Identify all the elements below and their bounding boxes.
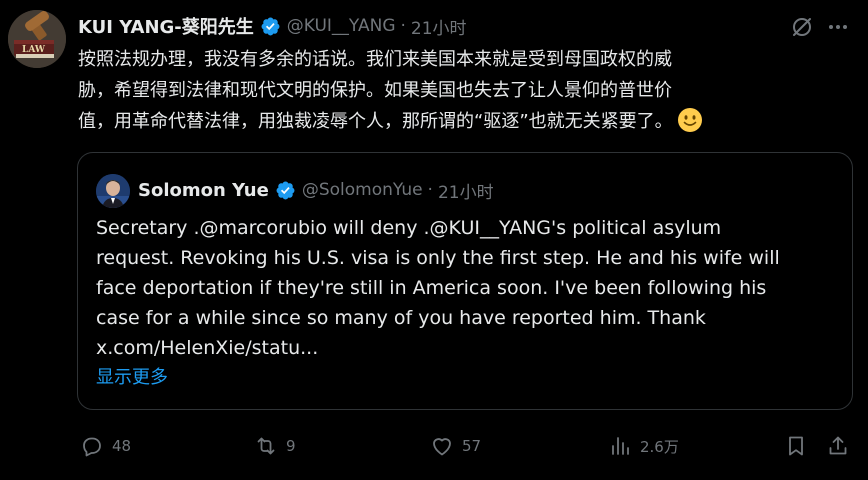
views-icon	[612, 437, 629, 455]
heart-icon	[433, 438, 451, 456]
repost-icon	[257, 437, 275, 455]
avatar-lettering: LAW	[22, 45, 46, 55]
show-more-link[interactable]: 显示更多	[96, 363, 168, 389]
post-text-line: 值，用革命代替法律，用独裁凌辱个人，那所谓的“驱逐”也就无关紧要了。	[78, 111, 673, 132]
verified-badge-icon[interactable]	[275, 180, 296, 201]
quoted-post-card[interactable]: Solomon Yue @SolomonYue · 21小时 Secretary…	[77, 152, 853, 410]
quoted-text-line: Secretary .@marcorubio will deny .@KUI__…	[96, 217, 722, 239]
author-handle[interactable]: @KUI__YANG	[287, 16, 396, 36]
separator-dot: ·	[427, 180, 433, 200]
post-text: 按照法规办理，我没有多余的话说。我们来美国本来就是受到母国政权的威 胁，希望得到…	[78, 44, 854, 137]
repost-count: 9	[286, 437, 296, 455]
separator-dot: ·	[400, 16, 406, 36]
slightly-smiling-face-emoji	[677, 107, 703, 133]
quoted-post-time[interactable]: 21小时	[438, 178, 494, 203]
author-avatar[interactable]: LAW	[8, 10, 66, 68]
bookmark-button[interactable]	[784, 432, 808, 460]
action-bar: 48 9 57 2.6万	[0, 426, 868, 466]
repost-button[interactable]: 9	[254, 432, 296, 460]
quoted-text-line: request. Revoking his U.S. visa is only …	[96, 247, 780, 269]
views-button[interactable]: 2.6万	[608, 432, 679, 460]
verified-badge-icon[interactable]	[260, 16, 281, 37]
post-header: KUI YANG-葵阳先生 @KUI__YANG · 21小时	[78, 12, 467, 40]
reply-button[interactable]: 48	[80, 432, 131, 460]
quoted-post-header: Solomon Yue @SolomonYue · 21小时	[138, 175, 494, 205]
quoted-author-name[interactable]: Solomon Yue	[138, 180, 269, 201]
reply-icon	[83, 437, 101, 457]
portrait-image	[96, 174, 130, 208]
share-icon	[829, 436, 847, 455]
quoted-text-line: x.com/HelenXie/statu...	[96, 337, 319, 359]
author-name[interactable]: KUI YANG-葵阳先生	[78, 13, 254, 39]
views-count: 2.6万	[640, 437, 679, 456]
bookmark-icon	[789, 436, 803, 456]
quoted-text-line: face deportation if they're still in Ame…	[96, 277, 767, 299]
post-time[interactable]: 21小时	[411, 14, 467, 39]
post-text-line: 按照法规办理，我没有多余的话说。我们来美国本来就是受到母国政权的威	[78, 49, 672, 70]
quoted-author-avatar[interactable]	[96, 174, 130, 208]
post-text-line: 胁，希望得到法律和现代文明的保护。如果美国也失去了让人景仰的普世价	[78, 80, 672, 101]
quoted-post-text: Secretary .@marcorubio will deny .@KUI__…	[96, 213, 836, 363]
post-text-line-last: 值，用革命代替法律，用独裁凌辱个人，那所谓的“驱逐”也就无关紧要了。	[78, 106, 854, 137]
law-book-gavel-image: LAW	[8, 10, 66, 68]
grok-icon[interactable]	[790, 15, 814, 39]
like-count: 57	[462, 437, 482, 455]
reply-count: 48	[112, 437, 132, 455]
like-button[interactable]: 57	[430, 432, 481, 460]
quoted-text-line: case for a while since so many of you ha…	[96, 307, 706, 329]
share-button[interactable]	[826, 432, 850, 460]
quoted-author-handle[interactable]: @SolomonYue	[302, 180, 423, 200]
more-icon[interactable]	[826, 15, 850, 39]
